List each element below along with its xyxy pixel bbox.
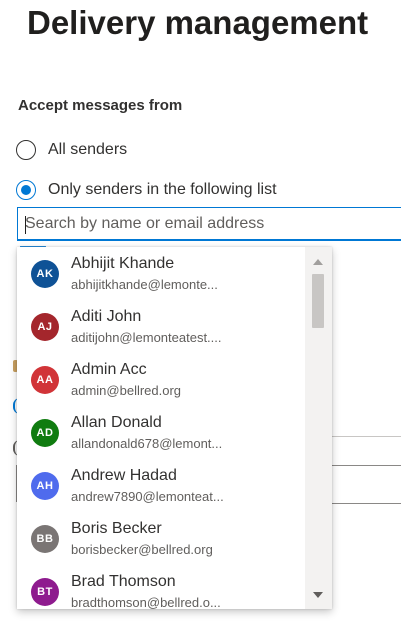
avatar: AA	[31, 366, 59, 394]
chevron-up-icon[interactable]	[313, 259, 323, 265]
radio-label-all-senders: All senders	[48, 141, 128, 158]
sender-search-input[interactable]	[18, 208, 401, 239]
suggestion-item[interactable]: AA Admin Acc admin@bellred.org	[17, 353, 304, 406]
suggestion-email: abhijitkhande@lemonte...	[71, 277, 218, 292]
suggestion-name: Allan Donald	[71, 414, 162, 431]
avatar: BB	[31, 525, 59, 553]
dropdown-scrollbar[interactable]	[305, 247, 332, 609]
radio-button-only-senders-list[interactable]	[16, 180, 36, 200]
radio-button-all-senders[interactable]	[16, 140, 36, 160]
radio-only-senders-list[interactable]: Only senders in the following list	[16, 178, 277, 202]
text-cursor	[25, 216, 26, 234]
suggestion-email: admin@bellred.org	[71, 383, 182, 398]
suggestion-name: Andrew Hadad	[71, 467, 177, 484]
suggestion-email: andrew7890@lemonteat...	[71, 489, 224, 504]
avatar: AH	[31, 472, 59, 500]
avatar: BT	[31, 578, 59, 606]
suggestion-item[interactable]: AH Andrew Hadad andrew7890@lemonteat...	[17, 459, 304, 512]
suggestion-email: allandonald678@lemont...	[71, 436, 223, 451]
suggestion-item[interactable]: AJ Aditi John aditijohn@lemonteatest....	[17, 300, 304, 353]
suggestion-item[interactable]: BB Boris Becker borisbecker@bellred.org	[17, 512, 304, 565]
radio-label-only-senders-list: Only senders in the following list	[48, 181, 277, 198]
suggestion-email: borisbecker@bellred.org	[71, 542, 213, 557]
avatar: AK	[31, 260, 59, 288]
radio-all-senders[interactable]: All senders	[16, 138, 127, 162]
sender-search-field[interactable]	[17, 207, 401, 241]
page-title: Delivery management	[27, 4, 369, 41]
scrollbar-thumb[interactable]	[312, 274, 324, 328]
accept-messages-label: Accept messages from	[18, 97, 183, 114]
avatar: AJ	[31, 313, 59, 341]
background-divider	[330, 436, 401, 437]
chevron-down-icon[interactable]	[313, 592, 323, 598]
suggestion-item[interactable]: AD Allan Donald allandonald678@lemont...	[17, 406, 304, 459]
suggestion-email: bradthomson@bellred.o...	[71, 595, 221, 609]
suggestion-name: Admin Acc	[71, 361, 147, 378]
suggestion-name: Aditi John	[71, 308, 142, 325]
suggestion-name: Boris Becker	[71, 520, 162, 537]
sender-suggestions-dropdown[interactable]: AK Abhijit Khande abhijitkhande@lemonte.…	[17, 247, 332, 609]
suggestion-email: aditijohn@lemonteatest....	[71, 330, 222, 345]
suggestion-item[interactable]: BT Brad Thomson bradthomson@bellred.o...	[17, 565, 304, 609]
avatar: AD	[31, 419, 59, 447]
background-field	[330, 465, 401, 504]
suggestion-name: Abhijit Khande	[71, 255, 175, 272]
suggestion-item[interactable]: AK Abhijit Khande abhijitkhande@lemonte.…	[17, 247, 304, 300]
suggestion-name: Brad Thomson	[71, 573, 176, 590]
